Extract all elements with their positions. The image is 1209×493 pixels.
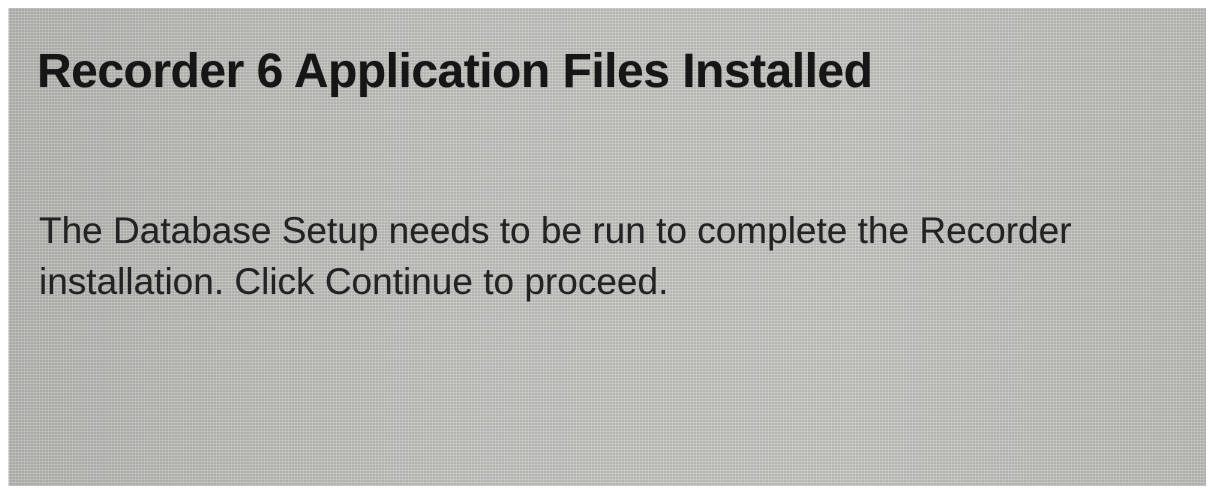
dialog-message: The Database Setup needs to be run to co… [39, 205, 1189, 307]
message-line-1: The Database Setup needs to be run to co… [39, 210, 1072, 251]
installer-dialog-panel: Recorder 6 Application Files Installed T… [8, 8, 1206, 486]
screenshot-frame: Recorder 6 Application Files Installed T… [0, 0, 1209, 493]
dialog-title: Recorder 6 Application Files Installed [37, 45, 873, 98]
message-line-2: installation. Click Continue to proceed. [39, 261, 669, 302]
